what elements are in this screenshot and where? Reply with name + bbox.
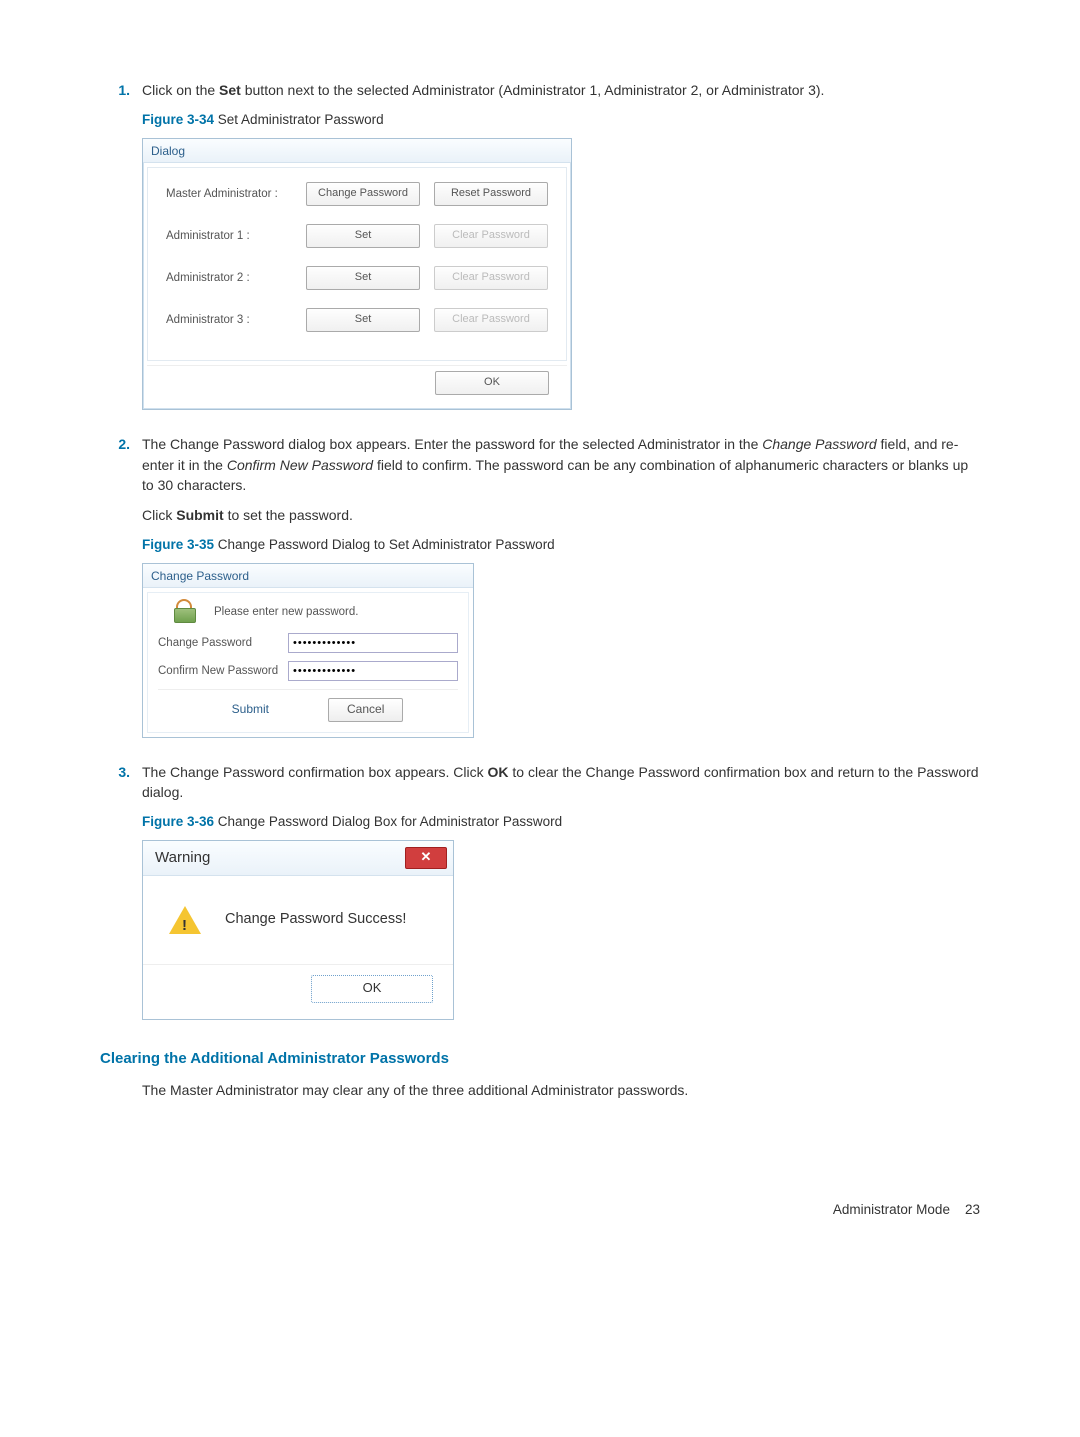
clear-password-button: Clear Password — [434, 266, 548, 290]
submit-button[interactable]: Submit — [213, 698, 288, 721]
ok-button[interactable]: OK — [435, 371, 549, 395]
dialog-warning: Warning ✕ Change Password Success! OK — [142, 840, 454, 1020]
dialog-set-admin-password: Dialog Master Administrator : Change Pas… — [142, 138, 572, 410]
dialog-change-password: Change Password Please enter new passwor… — [142, 563, 474, 738]
step-1: 1. Click on the Set button next to the s… — [100, 80, 980, 100]
figure-34-caption: Figure 3-34 Set Administrator Password — [142, 110, 980, 130]
step-number: 1. — [100, 80, 142, 100]
dialog-title: Dialog — [143, 139, 571, 163]
clear-password-button: Clear Password — [434, 224, 548, 248]
dialog-body: Change Password Success! — [143, 876, 453, 964]
dialog-footer: OK — [143, 964, 453, 1019]
set-button[interactable]: Set — [306, 308, 420, 332]
warning-message: Change Password Success! — [225, 909, 406, 930]
page-footer: Administrator Mode 23 — [100, 1200, 980, 1220]
set-button[interactable]: Set — [306, 266, 420, 290]
cancel-button[interactable]: Cancel — [328, 698, 403, 721]
confirm-password-row: Confirm New Password — [158, 661, 458, 681]
dialog-titlebar: Warning ✕ — [143, 841, 453, 876]
dialog-header: Please enter new password. — [158, 601, 458, 623]
row-admin-2: Administrator 2 : Set Clear Password — [166, 266, 548, 290]
change-password-row: Change Password — [158, 633, 458, 653]
section-paragraph: The Master Administrator may clear any o… — [142, 1080, 980, 1100]
figure-36-caption: Figure 3-36 Change Password Dialog Box f… — [142, 812, 980, 832]
dialog-body: Please enter new password. Change Passwo… — [147, 592, 469, 732]
ok-button[interactable]: OK — [311, 975, 433, 1003]
step-3: 3. The Change Password confirmation box … — [100, 762, 980, 803]
figure-35-caption: Figure 3-35 Change Password Dialog to Se… — [142, 535, 980, 555]
step-2: 2. The Change Password dialog box appear… — [100, 434, 980, 525]
step-body: The Change Password confirmation box app… — [142, 762, 980, 803]
change-password-input[interactable] — [288, 633, 458, 653]
clear-password-button: Clear Password — [434, 308, 548, 332]
dialog-title: Change Password — [143, 564, 473, 588]
lock-icon — [174, 601, 194, 623]
close-icon[interactable]: ✕ — [405, 847, 447, 869]
change-password-button[interactable]: Change Password — [306, 182, 420, 206]
dialog-body: Master Administrator : Change Password R… — [147, 167, 567, 361]
step-body: The Change Password dialog box appears. … — [142, 434, 980, 525]
dialog-footer: Submit Cancel — [158, 689, 458, 723]
dialog-title: Warning — [155, 847, 210, 869]
confirm-password-input[interactable] — [288, 661, 458, 681]
step-number: 3. — [100, 762, 142, 803]
dialog-footer: OK — [147, 365, 567, 405]
section-heading: Clearing the Additional Administrator Pa… — [100, 1048, 980, 1070]
step-number: 2. — [100, 434, 142, 525]
step-body: Click on the Set button next to the sele… — [142, 80, 980, 100]
row-master-admin: Master Administrator : Change Password R… — [166, 182, 548, 206]
row-admin-1: Administrator 1 : Set Clear Password — [166, 224, 548, 248]
warning-icon — [169, 906, 201, 934]
reset-password-button[interactable]: Reset Password — [434, 182, 548, 206]
row-admin-3: Administrator 3 : Set Clear Password — [166, 308, 548, 332]
set-button[interactable]: Set — [306, 224, 420, 248]
